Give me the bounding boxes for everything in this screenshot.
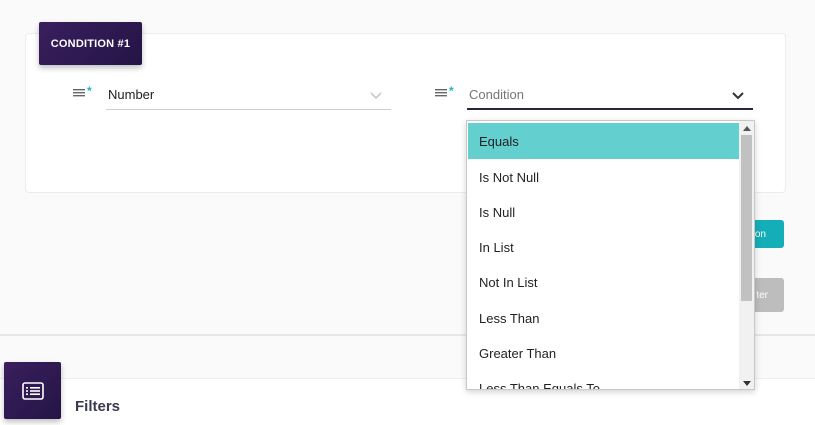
list-icon [21, 381, 44, 400]
scroll-thumb[interactable] [741, 135, 752, 301]
dropdown-option[interactable]: Greater Than [468, 335, 740, 371]
scroll-up-arrow-icon[interactable] [739, 121, 754, 135]
chevron-down-icon [370, 92, 382, 100]
chevron-down-icon [732, 92, 744, 100]
required-star: * [87, 84, 92, 98]
condition-placeholder: Condition [469, 86, 524, 102]
required-star: * [449, 84, 454, 98]
dropdown-option[interactable]: In List [468, 229, 740, 265]
condition-select[interactable]: Condition [467, 80, 753, 110]
dropdown-option[interactable]: Not In List [468, 264, 740, 300]
filters-title: Filters [75, 398, 121, 415]
list-icon: * [435, 84, 457, 101]
condition-dropdown[interactable]: Equals Is Not Null Is Null In List Not I… [466, 120, 755, 390]
condition-badge: CONDITION #1 [39, 22, 142, 65]
dropdown-option[interactable]: Is Not Null [468, 159, 740, 195]
number-field-select[interactable]: Number [106, 80, 391, 110]
scroll-down-arrow-icon[interactable] [739, 377, 754, 389]
dropdown-option[interactable]: Less Than Equals To [468, 370, 740, 390]
dropdown-scrollbar[interactable] [739, 121, 754, 389]
page: CONDITION #1 * Number * Condition on ter… [0, 0, 815, 425]
apply-filter-button-label: ter [756, 289, 768, 301]
dropdown-option[interactable]: Equals [468, 123, 740, 159]
dropdown-option[interactable]: Less Than [468, 300, 740, 336]
add-condition-button-label: on [754, 228, 766, 240]
number-field-value: Number [108, 87, 155, 102]
list-icon: * [73, 84, 95, 101]
dropdown-option[interactable]: Is Null [468, 194, 740, 230]
filters-badge [4, 362, 61, 419]
